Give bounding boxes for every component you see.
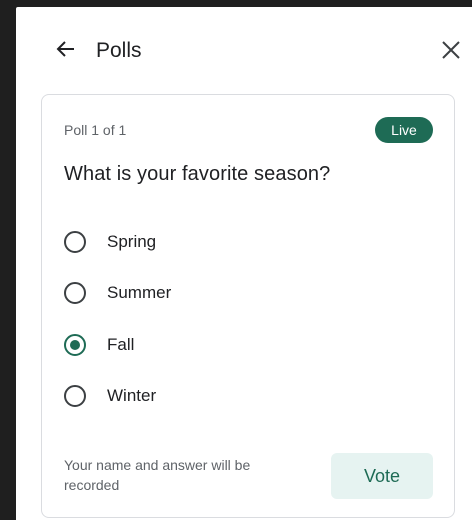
panel-header: Polls (16, 7, 472, 91)
option-label: Fall (107, 335, 135, 354)
option-label: Winter (107, 386, 157, 405)
option-winter[interactable]: Winter (64, 379, 434, 413)
window-frame-top (0, 0, 472, 7)
close-button[interactable] (436, 37, 466, 67)
radio-winter[interactable] (64, 385, 86, 407)
page-title: Polls (96, 39, 142, 62)
vote-button[interactable]: Vote (331, 453, 433, 499)
back-button[interactable] (52, 37, 80, 65)
poll-count: Poll 1 of 1 (64, 122, 127, 138)
radio-spring[interactable] (64, 231, 86, 253)
option-label: Summer (107, 283, 172, 302)
status-badge: Live (375, 117, 433, 143)
option-fall[interactable]: Fall (64, 328, 434, 362)
close-icon (440, 39, 462, 66)
option-label: Spring (107, 232, 157, 251)
radio-summer[interactable] (64, 282, 86, 304)
privacy-note: Your name and answer will be recorded (64, 457, 251, 493)
polls-panel: Polls Poll 1 of 1 Live What is your favo… (16, 7, 472, 520)
radio-fall[interactable] (64, 334, 86, 356)
radio-selected-dot (70, 340, 80, 350)
option-spring[interactable]: Spring (64, 225, 434, 259)
option-summer[interactable]: Summer (64, 276, 434, 310)
arrow-left-icon (54, 37, 78, 66)
poll-question: What is your favorite season? (64, 163, 331, 185)
window-frame-left (0, 0, 16, 520)
poll-card: Poll 1 of 1 Live What is your favorite s… (41, 94, 455, 518)
